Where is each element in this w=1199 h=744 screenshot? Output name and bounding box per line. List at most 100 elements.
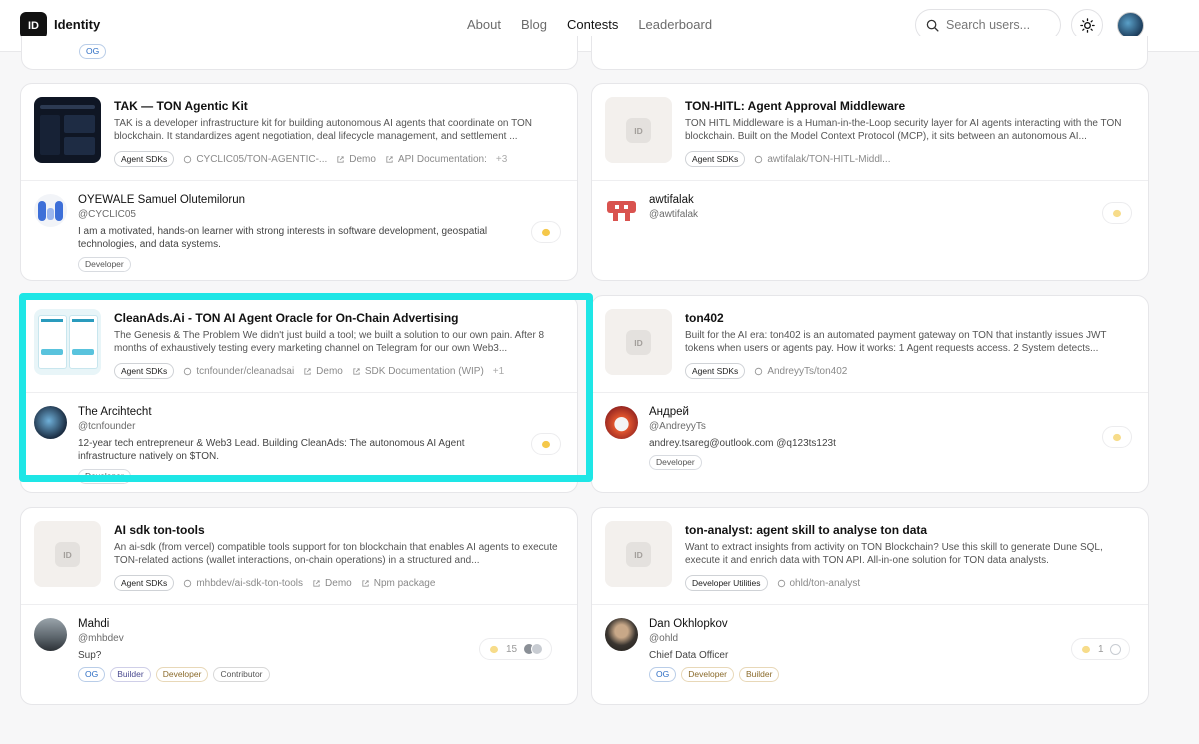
author-name[interactable]: Андрей [649, 406, 689, 418]
external-link-icon [386, 155, 393, 163]
project-card[interactable]: TAK — TON Agentic Kit TAK is a developer… [20, 83, 578, 281]
project-title[interactable]: TON-HITL: Agent Approval Middleware [685, 99, 905, 113]
tag-builder: Builder [110, 667, 151, 682]
repo-link[interactable]: awtifalak/TON-HITL-Middl... [754, 153, 891, 165]
repo-link-label: AndreyyTs/ton402 [767, 365, 848, 377]
nav-about[interactable]: About [467, 17, 501, 32]
github-icon [755, 367, 763, 375]
sun-icon [1079, 17, 1095, 33]
demo-link[interactable]: Demo [312, 578, 352, 589]
author-avatar[interactable] [34, 194, 67, 227]
author-bio: Chief Data Officer [649, 650, 729, 661]
project-thumbnail: ID [605, 309, 672, 375]
docs-link[interactable]: API Documentation: [385, 154, 487, 165]
tag-og: OG [649, 667, 677, 682]
nav-blog[interactable]: Blog [521, 17, 547, 32]
category-badge[interactable]: Agent SDKs [114, 151, 175, 167]
selection-highlight [19, 293, 593, 482]
npm-link[interactable]: Npm package [361, 578, 435, 589]
hand-icon [1113, 209, 1121, 218]
author-tags: Developer [78, 257, 131, 272]
project-meta: Agent SDKs awtifalak/TON-HITL-Middl... [685, 151, 891, 167]
project-meta: Agent SDKs CYCLIC05/TON-AGENTIC-... Demo… [114, 151, 507, 167]
user-avatar[interactable] [1117, 12, 1144, 39]
placeholder-id-icon: ID [626, 542, 651, 567]
project-title[interactable]: AI sdk ton-tools [114, 523, 205, 537]
project-description: TAK is a developer infrastructure kit fo… [114, 118, 533, 142]
repo-link-label: awtifalak/TON-HITL-Middl... [767, 153, 891, 165]
project-title[interactable]: TAK — TON Agentic Kit [114, 99, 248, 113]
author-handle: @AndreyyTs [649, 421, 706, 432]
project-description: TON HITL Middleware is a Human-in-the-Lo… [685, 118, 1122, 142]
project-thumbnail: ID [605, 97, 672, 163]
placeholder-id-icon: ID [626, 118, 651, 143]
repo-link[interactable]: CYCLIC05/TON-AGENTIC-... [183, 154, 327, 165]
hand-icon [542, 228, 550, 237]
project-title[interactable]: ton-analyst: agent skill to analyse ton … [685, 523, 927, 537]
tag-builder: Builder [738, 667, 780, 682]
author-name[interactable]: Mahdi [78, 618, 109, 630]
react-button[interactable]: 1 [1071, 638, 1130, 660]
project-title[interactable]: ton402 [685, 311, 724, 325]
brand-name[interactable]: Identity [54, 17, 100, 32]
author-handle: @ohld [649, 633, 679, 644]
author-name[interactable]: awtifalak [649, 194, 694, 206]
search-input[interactable] [946, 18, 1046, 32]
author-name[interactable]: OYEWALE Samuel Olutemilorun [78, 194, 245, 206]
reactor-avatars [1109, 643, 1121, 655]
project-card[interactable]: ID ton402 Built for the AI era: ton402 i… [591, 295, 1149, 493]
logo[interactable]: ID [20, 12, 47, 39]
tag-developer: Developer [649, 455, 702, 470]
main-nav: About Blog Contests Leaderboard [467, 17, 712, 32]
repo-link[interactable]: ohld/ton-analyst [777, 578, 860, 589]
author-avatar[interactable] [605, 194, 638, 227]
more-links-count[interactable]: +3 [496, 154, 507, 165]
author-tags: OG Builder Developer Contributor [78, 667, 270, 682]
react-button[interactable] [1102, 202, 1132, 224]
project-meta: Agent SDKs AndreyyTs/ton402 [685, 363, 847, 379]
author-avatar[interactable] [605, 406, 638, 439]
search-icon [926, 19, 939, 32]
card-partial-right [591, 36, 1148, 70]
tag-developer: Developer [78, 257, 131, 272]
category-badge[interactable]: Developer Utilities [685, 575, 768, 591]
github-icon [777, 579, 785, 587]
author-bio: andrey.tsareg@outlook.com @q123ts123t [649, 438, 836, 449]
react-button[interactable] [1102, 426, 1132, 448]
placeholder-id-icon: ID [55, 542, 80, 567]
category-badge[interactable]: Agent SDKs [114, 575, 175, 591]
author-handle: @mhbdev [78, 633, 124, 644]
author-avatar[interactable] [34, 618, 67, 651]
project-thumbnail [34, 97, 101, 163]
nav-contests[interactable]: Contests [567, 17, 618, 32]
divider [592, 604, 1148, 605]
author-name[interactable]: Dan Okhlopkov [649, 618, 728, 630]
category-badge[interactable]: Agent SDKs [685, 151, 746, 167]
github-icon [755, 155, 763, 163]
demo-link-label: Demo [349, 153, 376, 165]
repo-link[interactable]: AndreyyTs/ton402 [754, 366, 847, 377]
divider [21, 604, 577, 605]
nav-leaderboard[interactable]: Leaderboard [638, 17, 712, 32]
repo-link[interactable]: mhbdev/ai-sdk-ton-tools [183, 578, 303, 589]
divider [592, 180, 1148, 181]
author-tags: OG Developer Builder [649, 667, 780, 682]
author-avatar[interactable] [605, 618, 638, 651]
category-badge[interactable]: Agent SDKs [685, 363, 746, 379]
reaction-count: 15 [506, 643, 518, 655]
react-button[interactable] [531, 221, 561, 243]
hand-icon [490, 645, 498, 654]
project-card[interactable]: ID TON-HITL: Agent Approval Middleware T… [591, 83, 1149, 281]
project-card[interactable]: ID AI sdk ton-tools An ai-sdk (from verc… [20, 507, 578, 705]
project-meta: Developer Utilities ohld/ton-analyst [685, 575, 860, 591]
demo-link[interactable]: Demo [336, 154, 376, 165]
hand-icon [1082, 645, 1090, 654]
author-handle: @CYCLIC05 [78, 209, 136, 220]
divider [21, 180, 577, 181]
author-bio: I am a motivated, hands-on learner with … [78, 226, 488, 250]
external-link-icon [313, 579, 320, 587]
react-button[interactable]: 15 [479, 638, 553, 660]
project-thumbnail: ID [605, 521, 672, 587]
project-description: An ai-sdk (from vercel) compatible tools… [114, 542, 558, 566]
project-card[interactable]: ID ton-analyst: agent skill to analyse t… [591, 507, 1149, 705]
